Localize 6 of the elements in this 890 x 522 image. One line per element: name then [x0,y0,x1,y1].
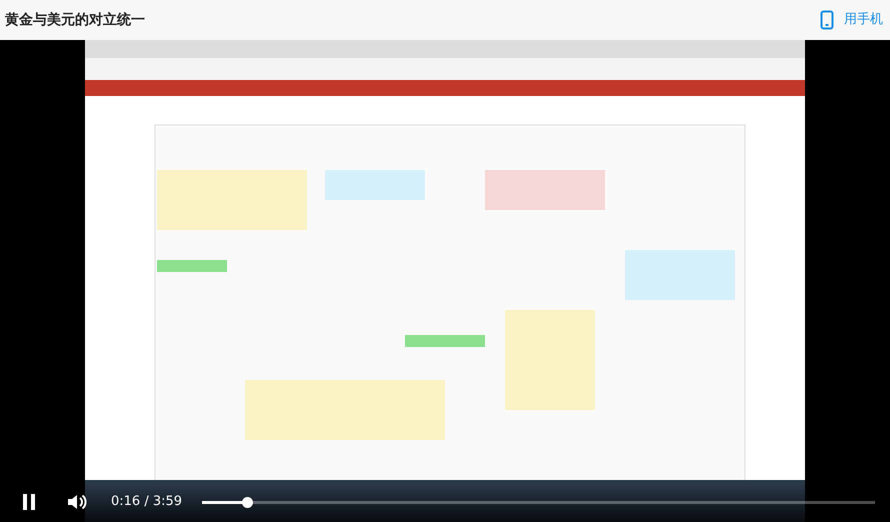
phone-icon [820,10,834,30]
mobile-link[interactable]: 用手机 [820,10,885,30]
pause-icon [22,494,36,510]
playback-time: 0:16 / 3:59 [111,493,182,512]
speaker-icon [67,493,87,511]
video-title: 黄金与美元的对立统一 [5,10,145,30]
